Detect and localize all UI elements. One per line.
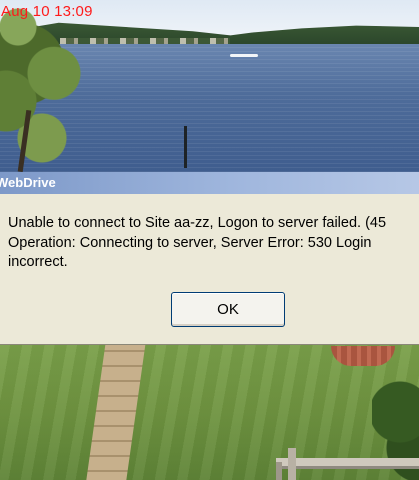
deck-railing [276, 458, 419, 466]
error-message: Unable to connect to Site aa-zz, Logon t… [8, 214, 419, 273]
error-message-line: incorrect. [8, 254, 68, 270]
brick-planter [331, 346, 395, 366]
webcam-image-lake: Aug 10 13:09 [0, 0, 419, 172]
ok-button[interactable]: OK [171, 292, 285, 327]
deck-post [288, 448, 296, 480]
webcam-image-lawn [0, 344, 419, 480]
dialog-title-bar[interactable]: WebDrive [0, 172, 419, 194]
tree-foliage [0, 0, 90, 172]
stone-walkway [85, 344, 146, 480]
screen: Aug 10 13:09 WebDrive Unable to connect … [0, 0, 419, 480]
error-message-line: Operation: Connecting to server, Server … [8, 234, 372, 251]
dock-post [184, 126, 187, 168]
boat-wake [230, 54, 258, 57]
deck-post [276, 462, 282, 480]
webcam-timestamp: Aug 10 13:09 [1, 3, 93, 20]
error-message-line: Unable to connect to Site aa-zz, Logon t… [8, 215, 387, 231]
webdrive-error-dialog: WebDrive Unable to connect to Site aa-zz… [0, 172, 419, 344]
dialog-title: WebDrive [0, 175, 56, 190]
